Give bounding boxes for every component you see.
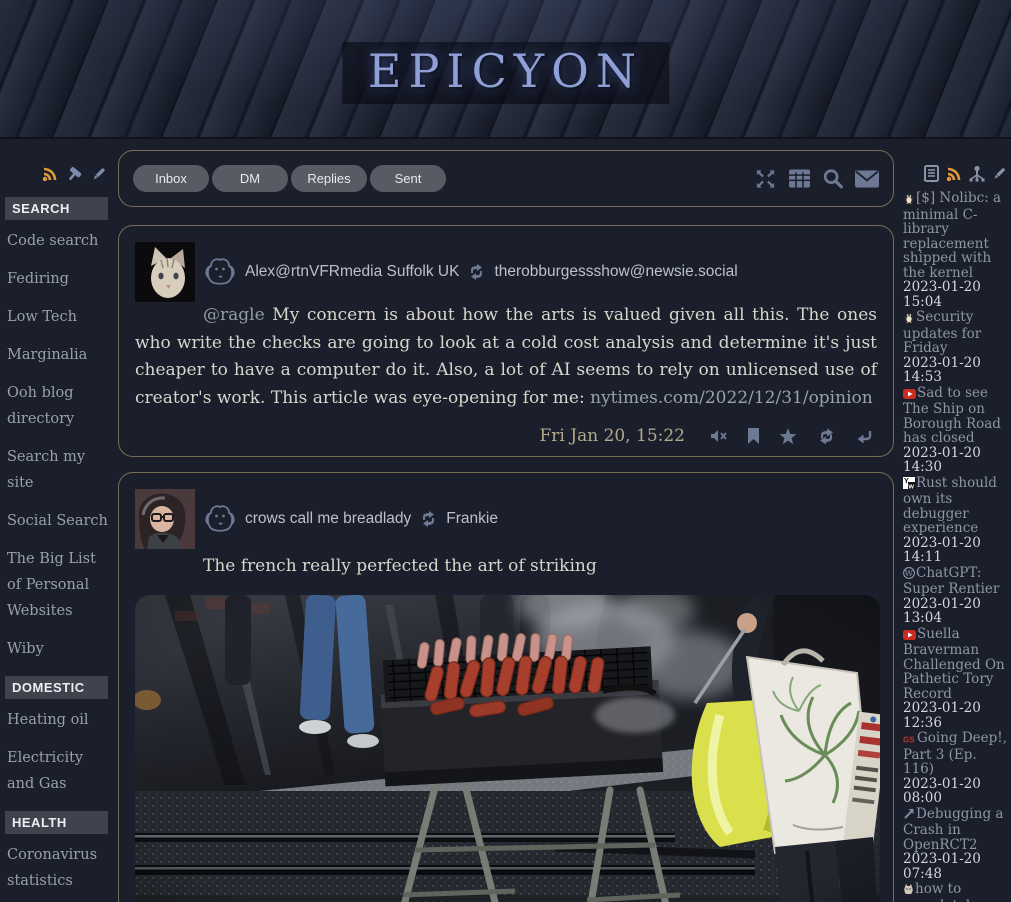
sidebar-link-wiby[interactable]: Wiby [5, 636, 108, 662]
newswire-date: 2023-01-20 12:36 [903, 701, 1008, 730]
new-post-pen-icon[interactable] [90, 165, 108, 183]
wordpress-icon: W [903, 567, 915, 583]
newswire-item: Debugging a Crash in OpenRCT2 2023-01-20… [903, 807, 1008, 882]
newswire-item: Suella Braverman Challenged On Pathetic … [903, 627, 1008, 731]
newswire-item: Security updates for Friday 2023-01-20 1… [903, 310, 1008, 385]
sidebar-link-electricity-gas[interactable]: Electricity and Gas [5, 745, 108, 797]
newswire-date: 2023-01-20 14:11 [903, 536, 1008, 565]
epicyon-dog-icon [203, 256, 237, 288]
post-timestamp[interactable]: Fri Jan 20, 15:22 [540, 426, 686, 446]
post-external-link[interactable]: nytimes.com/2022/12/31/opinion [590, 388, 873, 408]
post-recipient-handle[interactable]: therobburgessshow@newsie.social [494, 263, 737, 281]
table-view-icon[interactable] [788, 169, 811, 189]
sidebar-link-search-my-site[interactable]: Search my site [5, 444, 108, 496]
shares-tree-icon[interactable] [968, 165, 986, 183]
edit-newswire-pen-icon[interactable] [991, 165, 1008, 183]
post-author-handle[interactable]: Alex@rtnVFRmedia Suffolk UK [245, 263, 459, 281]
svg-text:W: W [905, 569, 914, 578]
newswire-title[interactable]: Rust should own its debugger experience [903, 475, 997, 537]
instance-title: EPICYON [342, 42, 669, 104]
post-image[interactable] [135, 595, 880, 902]
announce-boost-icon [467, 264, 486, 280]
post-content: @ragle My concern is about how the arts … [135, 302, 877, 412]
newswire-item: how to completely own an airline in 3 [903, 882, 1008, 902]
sidebar-link-coronavirus-statistics[interactable]: Coronavirus statistics [5, 842, 108, 894]
epicyon-app: EPICYON SEARCH Code search Fediring Low … [0, 0, 1011, 902]
sidebar-link-low-tech[interactable]: Low Tech [5, 304, 108, 330]
sidebar-header-search: SEARCH [5, 197, 108, 220]
newswire-title[interactable]: ChatGPT: Super Rentier [903, 565, 999, 598]
reply-icon[interactable] [856, 429, 873, 444]
lwn-icon [903, 192, 915, 208]
newswire-date: 2023-01-20 13:04 [903, 597, 1008, 626]
newswire-date: 2023-01-20 07:48 [903, 852, 1008, 881]
repeat-boost-icon[interactable] [816, 428, 837, 445]
envelope-dm-icon[interactable] [855, 170, 879, 187]
links-sidebar: SEARCH Code search Fediring Low Tech Mar… [5, 165, 108, 902]
newswire-item: [$] Nolibc: a minimal C-library replacem… [903, 191, 1008, 309]
sidebar-link-heating-oil[interactable]: Heating oil [5, 707, 108, 733]
edit-links-hammer-icon[interactable] [65, 165, 84, 183]
gs-icon: GS [903, 733, 916, 748]
newswire-title[interactable]: Going Deep!, Part 3 (Ep. 116) [903, 730, 1007, 777]
avatar[interactable] [135, 489, 195, 549]
banner-image[interactable]: EPICYON [0, 0, 1011, 139]
newswire-sidebar: [$] Nolibc: a minimal C-library replacem… [903, 165, 1008, 902]
newswire-title[interactable]: Debugging a Crash in OpenRCT2 [903, 806, 1003, 853]
cat-icon [903, 883, 914, 899]
search-icon[interactable] [822, 168, 844, 190]
post: crows call me breadlady Frankie The fren… [118, 472, 894, 902]
newswire-history-icon[interactable] [923, 165, 940, 183]
avatar[interactable] [135, 242, 195, 302]
newswire-item: GSGoing Deep!, Part 3 (Ep. 116) 2023-01-… [903, 731, 1008, 806]
yewtube-icon: Yw [903, 477, 915, 493]
tab-inbox[interactable]: Inbox [133, 165, 209, 192]
expand-fullscreen-icon[interactable] [754, 167, 777, 190]
sidebar-link-ooh-blog-directory[interactable]: Ooh blog directory [5, 380, 108, 432]
newswire-title[interactable]: how to completely own an airline in 3 [903, 881, 1001, 902]
newswire-date: 2023-01-20 14:30 [903, 446, 1008, 475]
newswire-date: 2023-01-20 14:53 [903, 356, 1008, 385]
sidebar-link-big-list-personal-websites[interactable]: The Big List of Personal Websites [5, 546, 108, 624]
timeline-tabbar: Inbox DM Replies Sent [118, 150, 894, 207]
newswire-date: 2023-01-20 15:04 [903, 280, 1008, 309]
post-content: The french really perfected the art of s… [135, 553, 877, 581]
sidebar-link-social-search[interactable]: Social Search [5, 508, 108, 534]
post-text: The french really perfected the art of s… [203, 556, 597, 576]
youtube-icon [903, 629, 916, 644]
external-arrow-icon [903, 808, 915, 824]
rss-feed-icon[interactable] [41, 165, 59, 183]
lwn-icon [903, 311, 915, 327]
newswire-title[interactable]: Sad to see The Ship on Borough Road has … [903, 385, 1001, 447]
tab-dm[interactable]: DM [212, 165, 288, 192]
tab-replies[interactable]: Replies [291, 165, 367, 192]
newswire-item: YwRust should own its debugger experienc… [903, 476, 1008, 565]
youtube-icon [903, 388, 916, 403]
newswire-rss-icon[interactable] [945, 165, 963, 183]
newswire-title[interactable]: Suella Braverman Challenged On Pathetic … [903, 626, 1005, 702]
tab-sent[interactable]: Sent [370, 165, 446, 192]
post: Alex@rtnVFRmedia Suffolk UK therobburges… [118, 225, 894, 457]
mute-icon[interactable] [710, 429, 728, 443]
newswire-date: 2023-01-20 08:00 [903, 777, 1008, 806]
newswire-title[interactable]: [$] Nolibc: a minimal C-library replacem… [903, 190, 1001, 281]
sidebar-header-health: HEALTH [5, 811, 108, 834]
newswire-item: WChatGPT: Super Rentier 2023-01-20 13:04 [903, 566, 1008, 626]
timeline: Inbox DM Replies Sent [118, 150, 894, 902]
svg-text:w: w [908, 483, 915, 489]
sidebar-link-marginalia[interactable]: Marginalia [5, 342, 108, 368]
post-recipient-handle[interactable]: Frankie [446, 510, 498, 528]
svg-text:GS: GS [903, 736, 915, 745]
star-like-icon[interactable] [779, 428, 797, 445]
bookmark-icon[interactable] [747, 428, 760, 444]
sidebar-link-fediring[interactable]: Fediring [5, 266, 108, 292]
post-author-handle[interactable]: crows call me breadlady [245, 510, 411, 528]
mention-link[interactable]: @ragle [203, 305, 265, 325]
newswire-item: Sad to see The Ship on Borough Road has … [903, 386, 1008, 475]
sidebar-header-domestic: DOMESTIC [5, 676, 108, 699]
sidebar-link-code-search[interactable]: Code search [5, 228, 108, 254]
epicyon-dog-icon [203, 503, 237, 535]
announce-boost-icon [419, 511, 438, 527]
